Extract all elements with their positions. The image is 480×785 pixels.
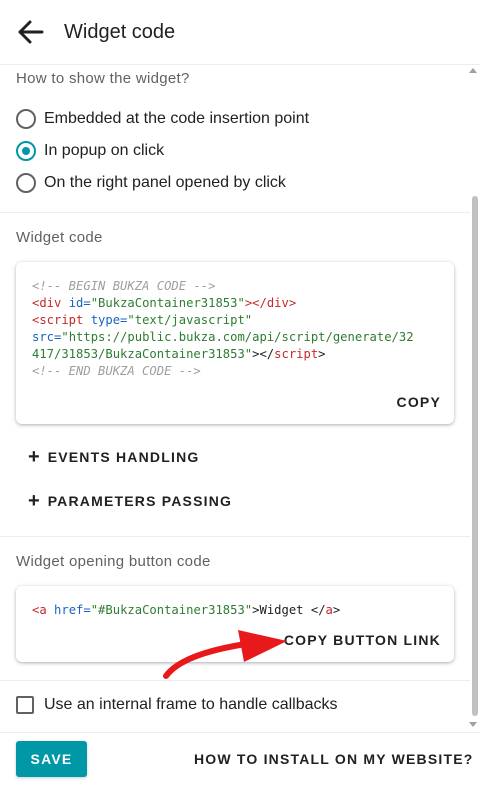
button-code-block[interactable]: <a href="#BukzaContainer31853">Widget </… bbox=[32, 602, 442, 619]
copy-button-link-button[interactable]: COPY BUTTON LINK bbox=[284, 632, 441, 648]
radio-right-panel[interactable]: On the right panel opened by click bbox=[16, 170, 286, 196]
radio-checked-icon[interactable] bbox=[16, 141, 36, 161]
scrollbar-thumb[interactable] bbox=[472, 196, 478, 716]
back-arrow-icon[interactable] bbox=[16, 18, 46, 46]
events-handling-label: EVENTS HANDLING bbox=[47, 449, 200, 465]
radio-label: Embedded at the code insertion point bbox=[44, 110, 310, 127]
divider bbox=[0, 680, 470, 681]
widget-code-card: <!-- BEGIN BUKZA CODE --> <div id="Bukza… bbox=[16, 262, 454, 424]
parameters-passing-label: PARAMETERS PASSING bbox=[47, 493, 233, 509]
radio-unchecked-icon[interactable] bbox=[16, 109, 36, 129]
scroll-down-icon[interactable] bbox=[469, 722, 477, 727]
checkbox-unchecked-icon[interactable] bbox=[16, 696, 34, 714]
red-arrow-icon bbox=[163, 630, 287, 679]
widget-code-label: Widget code bbox=[16, 229, 103, 246]
button-code-label: Widget opening button code bbox=[16, 553, 211, 570]
widget-code-block[interactable]: <!-- BEGIN BUKZA CODE --> <div id="Bukza… bbox=[32, 278, 442, 380]
divider bbox=[0, 536, 470, 537]
app-header: Widget code bbox=[0, 0, 480, 65]
radio-unchecked-icon[interactable] bbox=[16, 173, 36, 193]
radio-label: In popup on click bbox=[44, 142, 165, 159]
events-handling-expander[interactable]: + EVENTS HANDLING bbox=[28, 446, 200, 468]
display-mode-label: How to show the widget? bbox=[16, 70, 190, 87]
radio-embedded[interactable]: Embedded at the code insertion point bbox=[16, 106, 309, 132]
radio-popup[interactable]: In popup on click bbox=[16, 138, 164, 164]
radio-label: On the right panel opened by click bbox=[44, 174, 286, 191]
copy-button[interactable]: COPY bbox=[397, 394, 441, 410]
scroll-up-icon[interactable] bbox=[469, 68, 477, 73]
plus-icon: + bbox=[28, 446, 40, 468]
save-button[interactable]: SAVE bbox=[16, 741, 87, 777]
iframe-callbacks-option[interactable]: Use an internal frame to handle callback… bbox=[16, 696, 338, 714]
checkbox-label: Use an internal frame to handle callback… bbox=[44, 696, 338, 713]
how-to-install-link[interactable]: HOW TO INSTALL ON MY WEBSITE? bbox=[194, 751, 474, 767]
plus-icon: + bbox=[28, 490, 40, 512]
parameters-passing-expander[interactable]: + PARAMETERS PASSING bbox=[28, 490, 233, 512]
page-title: Widget code bbox=[64, 21, 176, 43]
divider bbox=[0, 212, 470, 213]
footer-bar: SAVE HOW TO INSTALL ON MY WEBSITE? bbox=[0, 732, 480, 785]
